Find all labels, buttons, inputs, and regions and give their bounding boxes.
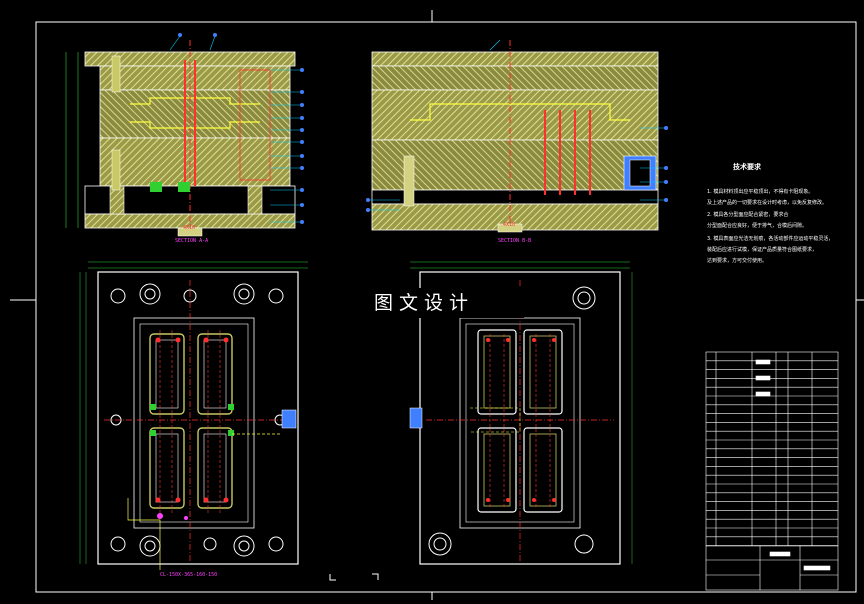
tech-req-line: 装配后应进行试模，保证产品质量符合图纸要求， xyxy=(707,247,818,253)
watermark-text: 图文设计 xyxy=(354,288,524,318)
tech-req-line: 分型面配合应良好，便于排气，合模后间隙。 xyxy=(707,223,808,229)
tech-requirements-title: 技术要求 xyxy=(733,163,761,171)
tech-req-line: 及上述产品的一切要求在设计时考虑，以免反复修改。 xyxy=(707,200,828,206)
parts-list-table xyxy=(705,351,839,591)
tech-req-line: 3. 模具表面应光洁无划痕，各活动部件应运动平稳灵活， xyxy=(707,236,834,242)
section-a-a-view xyxy=(65,33,304,237)
section-b-b-view xyxy=(366,39,668,233)
plan-view-left xyxy=(79,261,308,570)
tech-req-line: 1. 模具材料顶出应平稳顶出，不得有卡阻现象。 xyxy=(707,189,814,195)
bottom-note-label: CL-150X-365-160-150 xyxy=(160,572,218,578)
section-a-label: SECTION A-A xyxy=(175,238,209,244)
section-b-label: SECTION B-B xyxy=(498,238,532,244)
tech-req-line: 2. 模具各分型面应配合紧密，要求合 xyxy=(707,212,789,218)
tech-req-line: 达到要求，方可交付使用。 xyxy=(707,258,768,264)
top-badge-right: 4X10 xyxy=(503,222,516,228)
top-badge-left: 4X10 xyxy=(183,225,196,231)
